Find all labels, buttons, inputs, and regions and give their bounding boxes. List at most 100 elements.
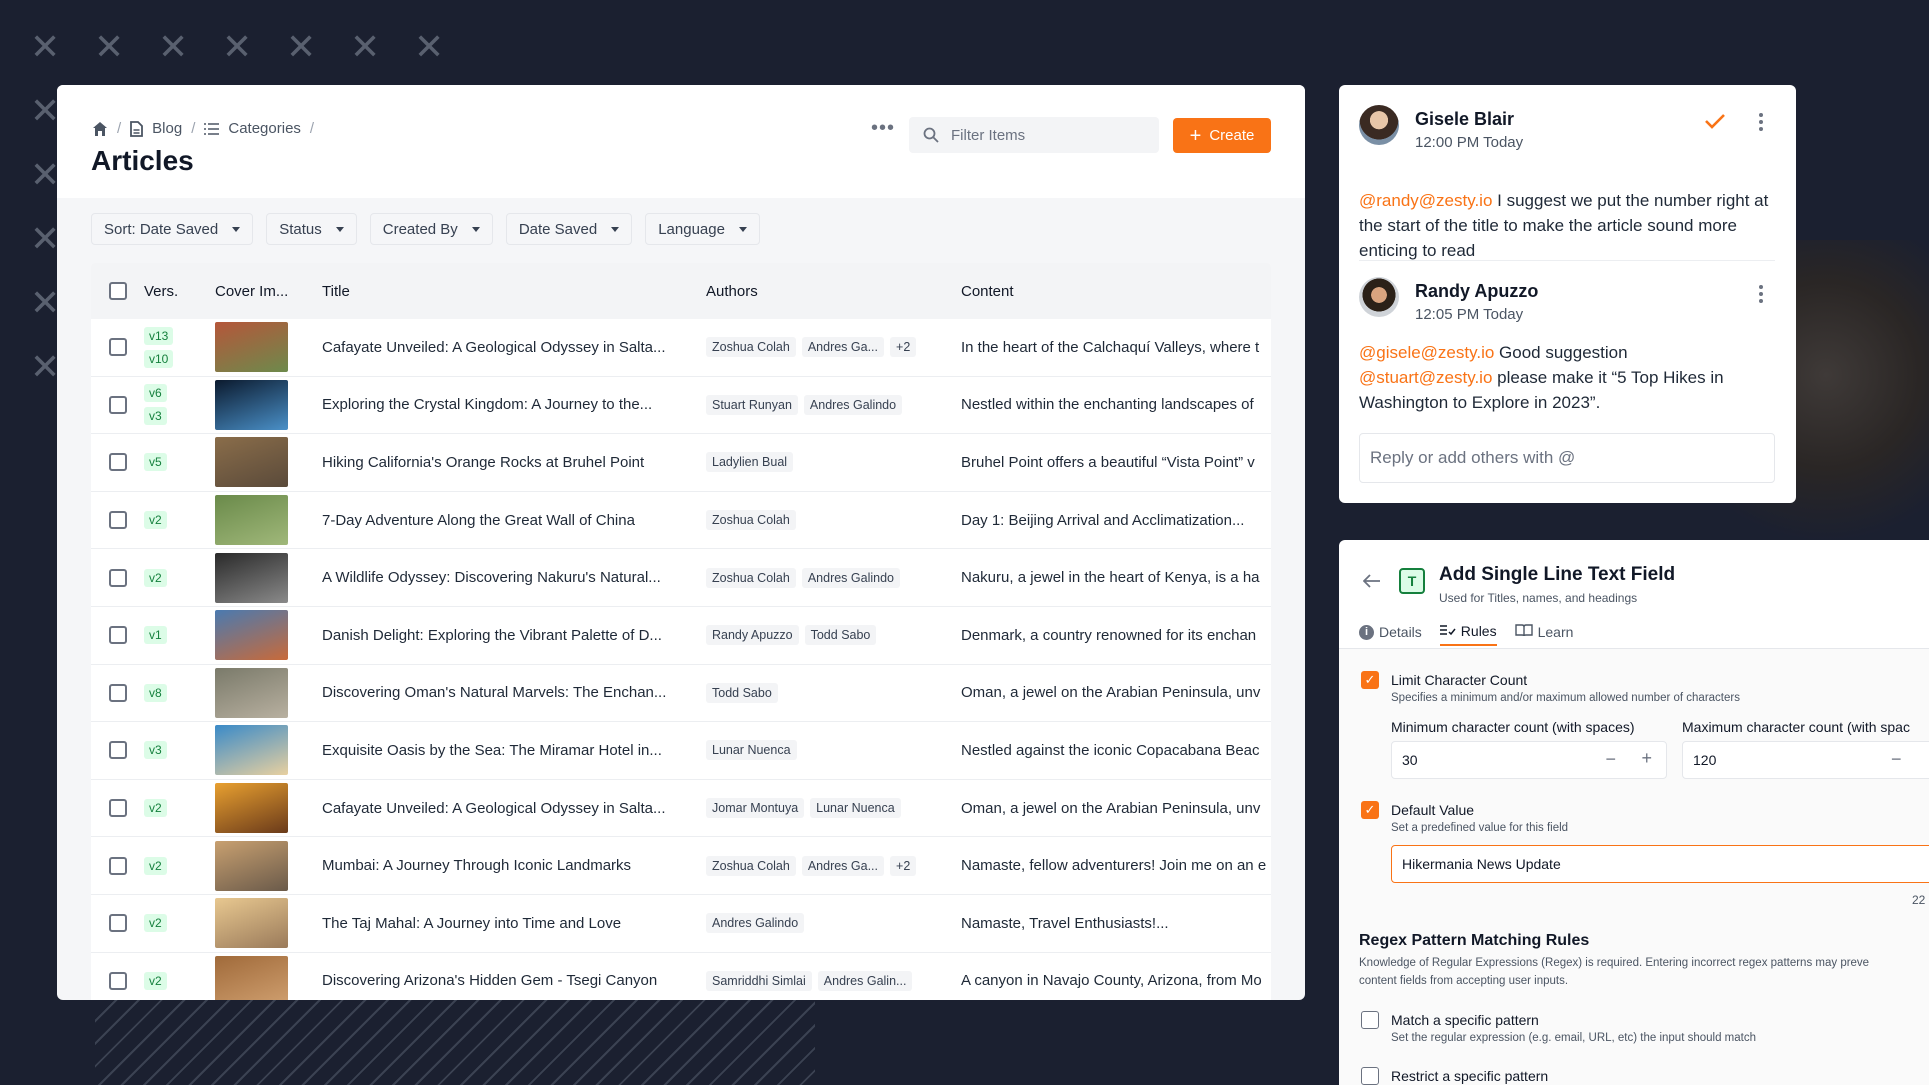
created-by-dropdown[interactable]: Created By bbox=[369, 213, 493, 245]
default-value-checkbox[interactable]: ✓ bbox=[1361, 801, 1379, 819]
row-title[interactable]: Exquisite Oasis by the Sea: The Miramar … bbox=[322, 742, 706, 759]
row-checkbox[interactable] bbox=[108, 453, 127, 472]
author-chip: Stuart Runyan bbox=[706, 394, 798, 415]
version-badge: v1 bbox=[144, 626, 167, 645]
table-row[interactable]: v6 v3 Exploring the Crystal Kingdom: A Jo… bbox=[91, 377, 1271, 435]
breadcrumb-categories[interactable]: Categories bbox=[228, 120, 301, 137]
row-authors: Zoshua Colah bbox=[706, 510, 961, 531]
column-header-versions[interactable]: Vers. bbox=[144, 283, 215, 300]
tab-details[interactable]: i Details bbox=[1359, 618, 1422, 646]
row-checkbox[interactable] bbox=[108, 395, 127, 414]
row-content: Bruhel Point offers a beautiful “Vista P… bbox=[961, 453, 1255, 471]
row-title[interactable]: Mumbai: A Journey Through Iconic Landmar… bbox=[322, 857, 706, 874]
row-checkbox[interactable] bbox=[108, 914, 127, 933]
table-row[interactable]: v13 v10 Cafayate Unveiled: A Geological O… bbox=[91, 319, 1271, 377]
reply-input[interactable]: Reply or add others with @ bbox=[1359, 433, 1775, 483]
table-row[interactable]: v2 A Wildlife Odyssey: Discovering Nakur… bbox=[91, 549, 1271, 607]
restrict-pattern-checkbox[interactable] bbox=[1361, 1067, 1379, 1085]
minus-icon[interactable]: − bbox=[1891, 749, 1902, 770]
match-pattern-checkbox[interactable] bbox=[1361, 1011, 1379, 1029]
version-badge: v2 bbox=[144, 914, 167, 933]
comment-menu-icon[interactable] bbox=[1759, 285, 1763, 303]
row-title[interactable]: Hiking California's Orange Rocks at Bruh… bbox=[322, 454, 706, 471]
table-row[interactable]: v2 Cafayate Unveiled: A Geological Odyss… bbox=[91, 780, 1271, 838]
row-checkbox[interactable] bbox=[108, 626, 127, 645]
default-value-input[interactable]: Hikermania News Update bbox=[1391, 845, 1929, 883]
row-title[interactable]: The Taj Mahal: A Journey into Time and L… bbox=[322, 915, 706, 932]
status-dropdown[interactable]: Status bbox=[266, 213, 357, 245]
row-content: Denmark, a country renowned for its ench… bbox=[961, 626, 1257, 644]
mention[interactable]: @randy@zesty.io bbox=[1359, 191, 1492, 210]
table-row[interactable]: v3 Exquisite Oasis by the Sea: The Miram… bbox=[91, 722, 1271, 780]
comment-menu-icon[interactable] bbox=[1759, 113, 1763, 131]
create-label: Create bbox=[1209, 127, 1255, 144]
language-dropdown[interactable]: Language bbox=[645, 213, 760, 245]
mention[interactable]: @stuart@zesty.io bbox=[1359, 368, 1492, 387]
row-checkbox[interactable] bbox=[108, 971, 127, 990]
table-row[interactable]: v1 Danish Delight: Exploring the Vibrant… bbox=[91, 607, 1271, 665]
breadcrumb-separator: / bbox=[191, 120, 196, 137]
filter-search-input[interactable]: Filter Items bbox=[909, 117, 1159, 153]
row-checkbox[interactable] bbox=[108, 568, 127, 587]
row-checkbox[interactable] bbox=[108, 741, 127, 760]
select-all-checkbox[interactable] bbox=[108, 282, 127, 300]
row-title[interactable]: Discovering Oman's Natural Marvels: The … bbox=[322, 684, 706, 701]
home-icon[interactable] bbox=[92, 121, 108, 137]
author-chip: Zoshua Colah bbox=[706, 567, 796, 588]
row-checkbox[interactable] bbox=[108, 683, 127, 702]
row-title[interactable]: Cafayate Unveiled: A Geological Odyssey … bbox=[322, 800, 706, 817]
row-title[interactable]: A Wildlife Odyssey: Discovering Nakuru's… bbox=[322, 569, 706, 586]
create-button[interactable]: + Create bbox=[1173, 118, 1271, 153]
row-checkbox[interactable] bbox=[108, 338, 127, 357]
tab-label: Learn bbox=[1537, 624, 1574, 640]
tab-label: Rules bbox=[1460, 623, 1497, 639]
limit-count-checkbox[interactable]: ✓ bbox=[1361, 671, 1379, 689]
rules-icon bbox=[1439, 623, 1456, 639]
max-count-input[interactable]: 120 − bbox=[1682, 741, 1929, 779]
text-field-icon: T bbox=[1399, 568, 1425, 594]
column-header-content[interactable]: Content bbox=[961, 283, 1271, 300]
row-title[interactable]: Exploring the Crystal Kingdom: A Journey… bbox=[322, 396, 706, 413]
date-saved-dropdown[interactable]: Date Saved bbox=[505, 213, 633, 245]
back-arrow-icon[interactable] bbox=[1363, 574, 1381, 588]
row-checkbox[interactable] bbox=[108, 799, 127, 818]
status-label: Status bbox=[279, 220, 322, 238]
column-header-cover[interactable]: Cover Im... bbox=[215, 283, 322, 300]
regex-heading: Regex Pattern Matching Rules bbox=[1359, 932, 1590, 949]
sort-dropdown[interactable]: Sort: Date Saved bbox=[91, 213, 254, 245]
minus-icon[interactable]: − bbox=[1605, 749, 1616, 770]
table-row[interactable]: v8 Discovering Oman's Natural Marvels: T… bbox=[91, 665, 1271, 723]
cover-image bbox=[215, 379, 288, 430]
cover-image bbox=[215, 322, 288, 373]
row-title[interactable]: Danish Delight: Exploring the Vibrant Pa… bbox=[322, 627, 706, 644]
row-title[interactable]: Cafayate Unveiled: A Geological Odyssey … bbox=[322, 339, 706, 356]
row-checkbox[interactable] bbox=[108, 511, 127, 530]
min-count-input[interactable]: 30 − + bbox=[1391, 741, 1667, 779]
search-placeholder: Filter Items bbox=[951, 126, 1026, 144]
plus-icon[interactable]: + bbox=[1641, 748, 1652, 769]
table-row[interactable]: v2 Discovering Arizona's Hidden Gem - Ts… bbox=[91, 953, 1271, 1000]
row-checkbox[interactable] bbox=[108, 856, 127, 875]
table-row[interactable]: v2 7-Day Adventure Along the Great Wall … bbox=[91, 492, 1271, 550]
tab-learn[interactable]: Learn bbox=[1514, 618, 1574, 646]
table-row[interactable]: v5 Hiking California's Orange Rocks at B… bbox=[91, 434, 1271, 492]
column-header-title[interactable]: Title bbox=[322, 283, 706, 300]
breadcrumb-separator: / bbox=[117, 120, 122, 137]
regex-desc: content fields from accepting user input… bbox=[1359, 975, 1569, 987]
tab-rules[interactable]: Rules bbox=[1439, 618, 1497, 646]
row-content: Namaste, Travel Enthusiasts!... bbox=[961, 914, 1169, 932]
column-header-authors[interactable]: Authors bbox=[706, 283, 961, 300]
date-saved-label: Date Saved bbox=[518, 220, 598, 238]
table-row[interactable]: v2 Mumbai: A Journey Through Iconic Land… bbox=[91, 837, 1271, 895]
resolve-check-icon[interactable] bbox=[1704, 113, 1726, 129]
breadcrumb-blog[interactable]: Blog bbox=[152, 120, 182, 137]
comment: Randy Apuzzo 12:05 PM Today @gisele@zest… bbox=[1359, 277, 1779, 427]
row-title[interactable]: Discovering Arizona's Hidden Gem - Tsegi… bbox=[322, 972, 706, 989]
more-options-icon[interactable]: ••• bbox=[871, 118, 895, 138]
row-title[interactable]: 7-Day Adventure Along the Great Wall of … bbox=[322, 512, 706, 529]
table-row[interactable]: v2 The Taj Mahal: A Journey into Time an… bbox=[91, 895, 1271, 953]
content-panel: / Blog / Categories / Articles ••• Filte… bbox=[57, 85, 1305, 1000]
row-authors: Ladylien Bual bbox=[706, 452, 961, 473]
mention[interactable]: @gisele@zesty.io bbox=[1359, 343, 1494, 362]
row-authors: Randy Apuzzo Todd Sabo bbox=[706, 625, 961, 646]
